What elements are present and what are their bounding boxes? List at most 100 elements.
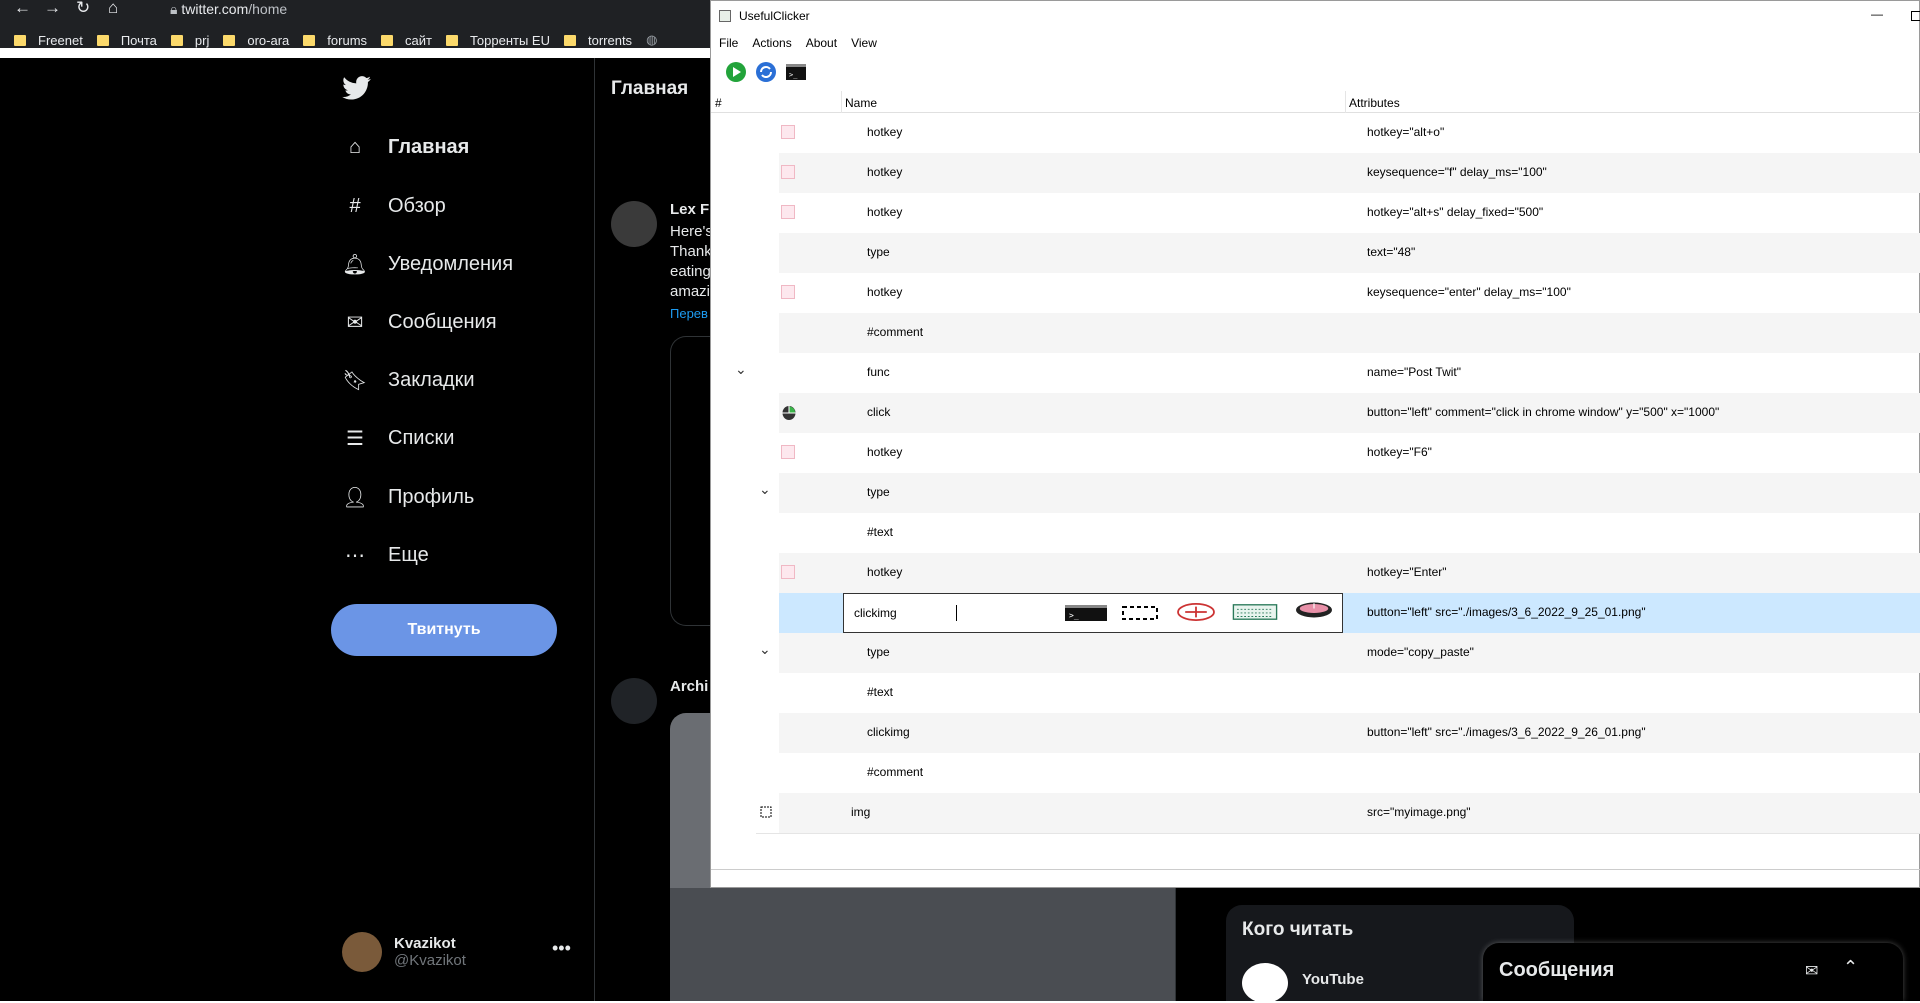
menu-about[interactable]: About xyxy=(806,36,837,50)
menu-actions[interactable]: Actions xyxy=(752,36,791,50)
tree-row[interactable]: hotkey hotkey="alt+o" xyxy=(711,113,1920,153)
doc-icon xyxy=(781,565,797,581)
lock-icon: 🔒︎ xyxy=(170,1,182,17)
tree-row[interactable]: #comment xyxy=(711,753,1920,793)
name-edit-field[interactable]: clickimg >_ xyxy=(843,593,1343,633)
hashtag-icon: # xyxy=(349,194,361,217)
bookmark-item[interactable]: сайт xyxy=(381,30,432,50)
column-separator[interactable] xyxy=(841,91,842,113)
youtube-avatar[interactable] xyxy=(1242,963,1288,1003)
doc-icon xyxy=(781,285,797,301)
account-switcher[interactable]: Kvazikot @Kvazikot xyxy=(342,932,466,972)
folder-icon xyxy=(170,34,183,46)
refresh-icon[interactable] xyxy=(755,61,777,83)
column-header-attributes[interactable]: Attributes xyxy=(1349,96,1400,110)
nav-bookmarks[interactable]: 🔖︎ Закладки xyxy=(342,367,474,393)
bookmark-item[interactable]: Freenet xyxy=(14,30,83,50)
messages-drawer[interactable]: Сообщения ✉ ⌃ xyxy=(1483,943,1903,1001)
reload-icon[interactable]: ↻ xyxy=(76,0,90,18)
mail-icon: ✉ xyxy=(346,311,364,334)
twitter-page: ⌂ Главная # Обзор 🔔︎ Уведомления ✉ Сообщения… xyxy=(0,58,713,1001)
tree-row[interactable]: hotkey hotkey="F6" xyxy=(711,433,1920,473)
back-icon[interactable]: ← xyxy=(14,0,31,18)
terminal-icon[interactable]: >_ xyxy=(1064,604,1108,622)
toolbar: >_ xyxy=(725,61,807,83)
more-dots-icon[interactable]: ••• xyxy=(552,938,571,959)
menu-file[interactable]: File xyxy=(719,36,738,50)
tweet-media[interactable] xyxy=(670,336,710,626)
selection-rect-icon[interactable] xyxy=(1120,604,1160,622)
nav-profile[interactable]: 👤︎ Профиль xyxy=(342,484,474,510)
keyboard-icon[interactable] xyxy=(1230,603,1280,621)
translate-link[interactable]: Перев xyxy=(670,306,708,321)
tree-row[interactable]: click button="left" comment="click in chr… xyxy=(711,393,1920,433)
nav-more[interactable]: ⋯ Еще xyxy=(342,542,429,568)
avatar xyxy=(342,932,382,972)
minimize-button[interactable]: — xyxy=(1871,7,1883,21)
column-header-index[interactable]: # xyxy=(715,96,722,110)
folder-icon xyxy=(303,34,316,46)
globe-icon[interactable]: ◍ xyxy=(646,30,657,50)
list-icon: ☰ xyxy=(346,427,364,450)
tweet-avatar[interactable] xyxy=(611,201,657,247)
tree-row[interactable]: #comment xyxy=(711,313,1920,353)
bookmark-item[interactable]: forums xyxy=(303,30,367,50)
twitter-bird-icon[interactable] xyxy=(342,76,372,100)
tweet-media[interactable] xyxy=(670,888,1175,1001)
menu-view[interactable]: View xyxy=(851,36,877,50)
tree-row[interactable]: ⌄ func name="Post Twit" xyxy=(711,353,1920,393)
nav-notifications[interactable]: 🔔︎ Уведомления xyxy=(342,251,513,277)
chevron-down-icon[interactable]: ⌄ xyxy=(759,641,771,658)
nav-lists[interactable]: ☰ Списки xyxy=(342,425,454,451)
chevron-down-icon[interactable]: ⌄ xyxy=(735,361,747,378)
terminal-icon[interactable]: >_ xyxy=(785,61,807,83)
target-icon[interactable] xyxy=(1174,603,1218,621)
tree-row[interactable]: clickimg button="left" src="./images/3_6_… xyxy=(711,713,1920,753)
address-bar[interactable]: 🔒︎ twitter.com/home xyxy=(170,1,287,18)
tree-row[interactable]: hotkey hotkey="Enter" xyxy=(711,553,1920,593)
doc-icon xyxy=(781,445,797,461)
tweet-author[interactable]: Lex F xyxy=(670,201,709,218)
mouse-icon xyxy=(781,405,797,421)
tree-row[interactable]: hotkey keysequence="f" delay_ms="100" xyxy=(711,153,1920,193)
expand-icon[interactable]: ⌃ xyxy=(1843,957,1858,978)
tweet-avatar[interactable] xyxy=(611,678,657,724)
mouse-icon[interactable] xyxy=(1288,601,1340,619)
new-message-icon[interactable]: ✉ xyxy=(1805,961,1818,981)
bell-icon: 🔔︎ xyxy=(342,253,368,276)
column-header-name[interactable]: Name xyxy=(845,96,877,110)
suggested-account-name[interactable]: YouTube xyxy=(1302,971,1364,988)
bookmark-item[interactable]: prj xyxy=(170,30,209,50)
nav-home[interactable]: ⌂ Главная xyxy=(342,134,469,160)
nav-explore[interactable]: # Обзор xyxy=(342,193,445,219)
bookmark-item[interactable]: Почта xyxy=(96,30,157,50)
tree-row[interactable]: hotkey hotkey="alt+s" delay_fixed="500" xyxy=(711,193,1920,233)
home-nav-icon[interactable]: ⌂ xyxy=(108,0,118,18)
bookmark-item[interactable]: Торренты EU xyxy=(445,30,550,50)
maximize-button[interactable] xyxy=(1911,11,1920,21)
tree-row[interactable]: type text="48" xyxy=(711,233,1920,273)
tree-row[interactable]: hotkey keysequence="enter" delay_ms="100" xyxy=(711,273,1920,313)
user-name: Kvazikot xyxy=(394,935,456,952)
play-icon[interactable] xyxy=(725,61,747,83)
forward-icon[interactable]: → xyxy=(44,0,61,18)
tweet-text: eating xyxy=(670,263,711,280)
chevron-down-icon[interactable]: ⌄ xyxy=(759,481,771,498)
tree-row[interactable]: ⌄ type mode="copy_paste" xyxy=(711,633,1920,673)
svg-text:>_: >_ xyxy=(1069,611,1079,620)
tree-row[interactable]: ⌄ type xyxy=(711,473,1920,513)
page-title: Главная xyxy=(611,78,689,99)
tree-row[interactable]: img src="myimage.png" xyxy=(711,793,1920,833)
bookmark-item[interactable]: torrents xyxy=(563,30,632,50)
tree-row-selected[interactable]: clickimg >_ button="left" src="./images/… xyxy=(711,593,1920,633)
home-icon: ⌂ xyxy=(348,135,362,158)
tweet-button[interactable]: Твитнуть xyxy=(331,604,557,656)
tree-row[interactable]: #text xyxy=(711,673,1920,713)
nav-messages[interactable]: ✉ Сообщения xyxy=(342,309,497,335)
folder-icon xyxy=(14,34,26,46)
tweet-author[interactable]: Archi xyxy=(670,678,708,695)
column-separator[interactable] xyxy=(1345,91,1346,113)
bookmark-item[interactable]: oro-ara xyxy=(223,30,289,50)
tree-row[interactable]: #text xyxy=(711,513,1920,553)
user-handle: @Kvazikot xyxy=(394,952,466,969)
